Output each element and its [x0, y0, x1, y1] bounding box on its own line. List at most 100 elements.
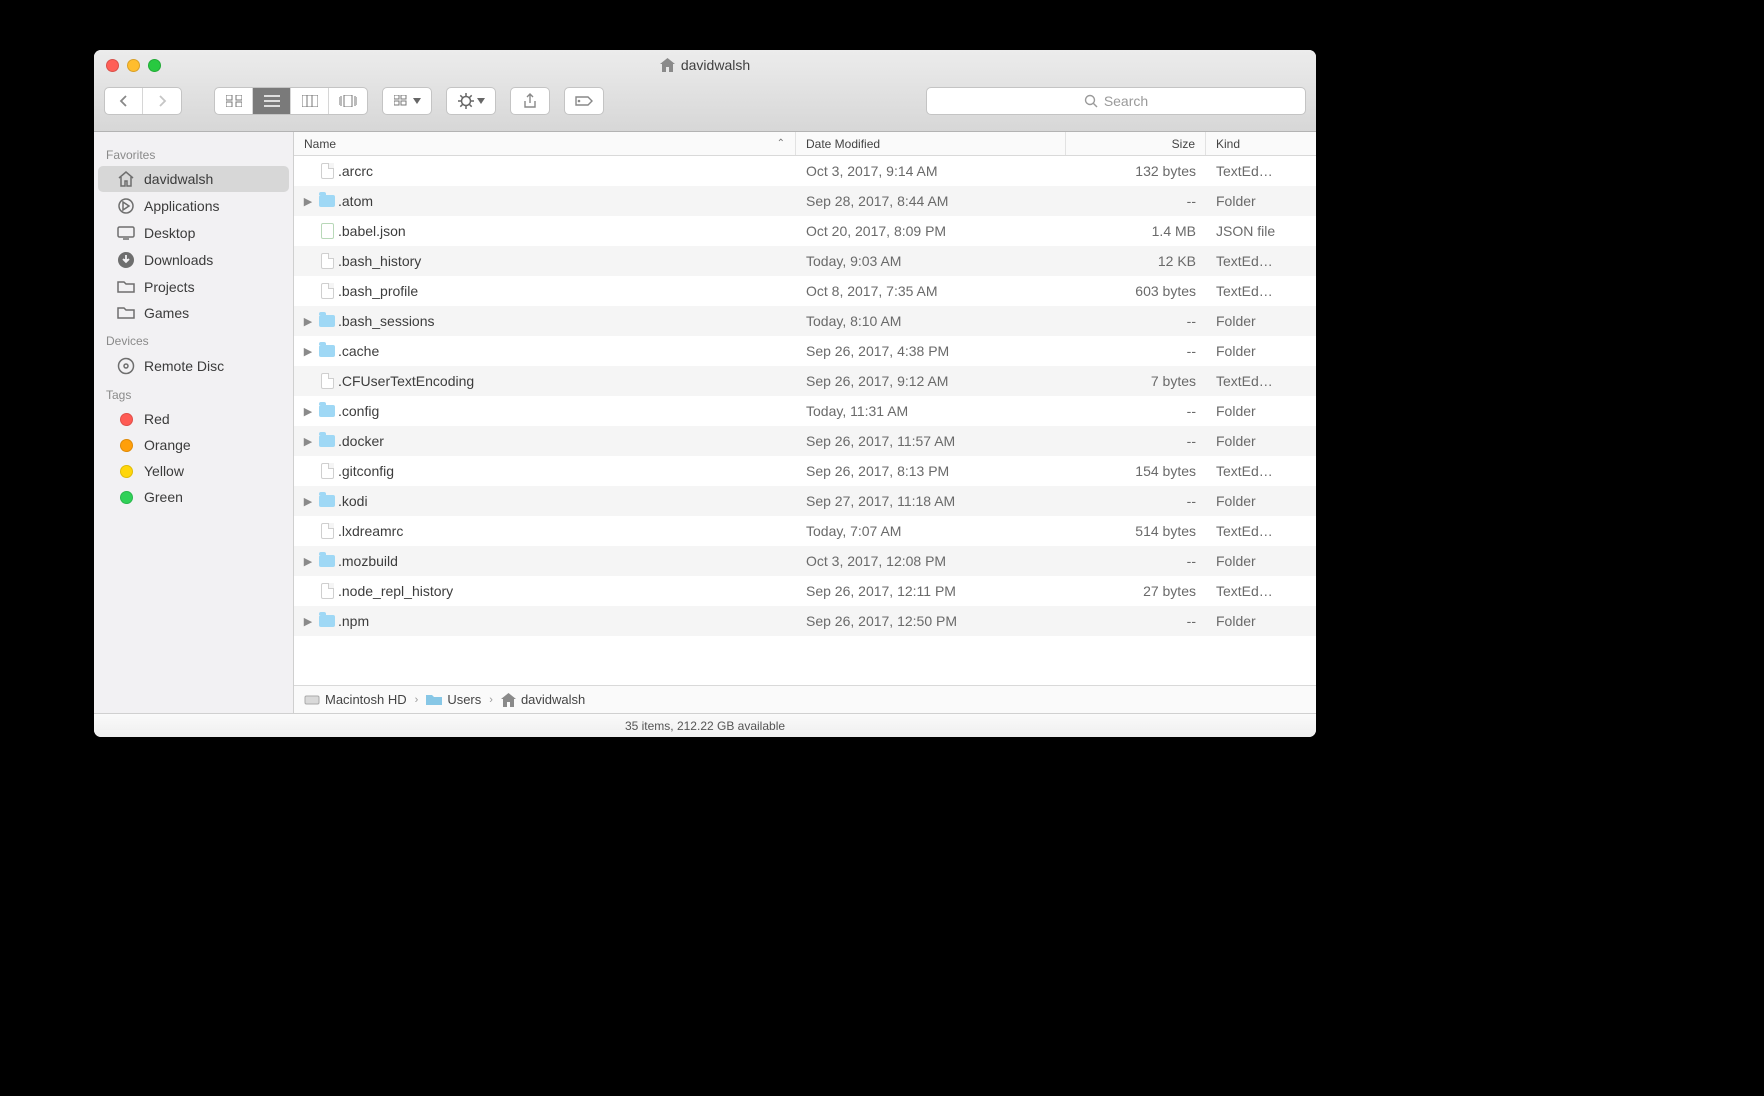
forward-button[interactable] [143, 88, 181, 114]
file-row[interactable]: ▶.kodiSep 27, 2017, 11:18 AM--Folder [294, 486, 1316, 516]
path-item[interactable]: Macintosh HD [304, 692, 407, 707]
file-rows: .arcrcOct 3, 2017, 9:14 AM132 bytesTextE… [294, 156, 1316, 685]
file-row[interactable]: .gitconfigSep 26, 2017, 8:13 PM154 bytes… [294, 456, 1316, 486]
sidebar-item-davidwalsh[interactable]: davidwalsh [98, 166, 289, 192]
disclosure-triangle[interactable]: ▶ [294, 615, 316, 628]
sidebar-tag-green[interactable]: Green [98, 484, 289, 510]
path-item-label: Users [447, 692, 481, 707]
file-date: Sep 26, 2017, 12:50 PM [796, 613, 1066, 629]
disclosure-triangle[interactable]: ▶ [294, 315, 316, 328]
minimize-button[interactable] [127, 59, 140, 72]
file-row[interactable]: ▶.bash_sessionsToday, 8:10 AM--Folder [294, 306, 1316, 336]
sidebar-item-downloads[interactable]: Downloads [98, 246, 289, 274]
path-item-label: Macintosh HD [325, 692, 407, 707]
file-date: Sep 26, 2017, 8:13 PM [796, 463, 1066, 479]
disclosure-triangle[interactable]: ▶ [294, 495, 316, 508]
file-kind: TextEd… [1206, 463, 1316, 479]
sidebar-item-games[interactable]: Games [98, 300, 289, 326]
file-row[interactable]: ▶.configToday, 11:31 AM--Folder [294, 396, 1316, 426]
search-input[interactable]: Search [926, 87, 1306, 115]
view-list-button[interactable] [253, 88, 291, 114]
sidebar-tag-orange[interactable]: Orange [98, 432, 289, 458]
home-icon [501, 693, 516, 707]
path-item[interactable]: davidwalsh [501, 692, 585, 707]
path-bar: Macintosh HD›Users›davidwalsh [294, 685, 1316, 713]
tags-button-group [564, 87, 604, 115]
view-columns-button[interactable] [291, 88, 329, 114]
tag-dot-icon [116, 439, 136, 452]
column-header-size-label: Size [1172, 137, 1195, 151]
path-item[interactable]: Users [426, 692, 481, 707]
downloads-icon [116, 251, 136, 269]
file-size: -- [1066, 403, 1206, 419]
disclosure-triangle[interactable]: ▶ [294, 345, 316, 358]
action-button[interactable] [447, 88, 495, 114]
folder-icon [116, 280, 136, 294]
folder-icon [319, 615, 335, 627]
column-header-size[interactable]: Size [1066, 132, 1206, 155]
file-row[interactable]: .babel.jsonOct 20, 2017, 8:09 PM1.4 MBJS… [294, 216, 1316, 246]
file-date: Sep 26, 2017, 4:38 PM [796, 343, 1066, 359]
sidebar-item-applications[interactable]: Applications [98, 192, 289, 220]
file-icon [321, 463, 334, 479]
titlebar: davidwalsh [94, 50, 1316, 132]
file-date: Today, 11:31 AM [796, 403, 1066, 419]
file-row[interactable]: .arcrcOct 3, 2017, 9:14 AM132 bytesTextE… [294, 156, 1316, 186]
column-header-name[interactable]: Name ⌃ [294, 132, 796, 155]
sort-indicator-icon: ⌃ [777, 138, 785, 149]
sidebar-item-desktop[interactable]: Desktop [98, 220, 289, 246]
file-name: .bash_history [338, 253, 796, 269]
file-row[interactable]: ▶.atomSep 28, 2017, 8:44 AM--Folder [294, 186, 1316, 216]
view-gallery-button[interactable] [329, 88, 367, 114]
file-kind: Folder [1206, 433, 1316, 449]
disclosure-triangle[interactable]: ▶ [294, 435, 316, 448]
folder-icon [319, 195, 335, 207]
sidebar-tag-yellow[interactable]: Yellow [98, 458, 289, 484]
sidebar-tag-red[interactable]: Red [98, 406, 289, 432]
file-date: Sep 28, 2017, 8:44 AM [796, 193, 1066, 209]
sidebar-item-projects[interactable]: Projects [98, 274, 289, 300]
file-row[interactable]: .lxdreamrcToday, 7:07 AM514 bytesTextEd… [294, 516, 1316, 546]
file-date: Sep 27, 2017, 11:18 AM [796, 493, 1066, 509]
file-name: .babel.json [338, 223, 796, 239]
file-icon [321, 583, 334, 599]
file-size: 603 bytes [1066, 283, 1206, 299]
file-row[interactable]: .bash_profileOct 8, 2017, 7:35 AM603 byt… [294, 276, 1316, 306]
share-button[interactable] [511, 88, 549, 114]
file-size: 12 KB [1066, 253, 1206, 269]
file-kind: TextEd… [1206, 163, 1316, 179]
file-row[interactable]: .node_repl_historySep 26, 2017, 12:11 PM… [294, 576, 1316, 606]
file-name: .cache [338, 343, 796, 359]
file-name: .atom [338, 193, 796, 209]
file-row[interactable]: ▶.npmSep 26, 2017, 12:50 PM--Folder [294, 606, 1316, 636]
zoom-button[interactable] [148, 59, 161, 72]
home-icon [660, 58, 675, 72]
disclosure-triangle[interactable]: ▶ [294, 195, 316, 208]
sidebar-devices-header: Devices [94, 326, 293, 352]
file-row[interactable]: ▶.mozbuildOct 3, 2017, 12:08 PM--Folder [294, 546, 1316, 576]
back-button[interactable] [105, 88, 143, 114]
file-row[interactable]: .CFUserTextEncodingSep 26, 2017, 9:12 AM… [294, 366, 1316, 396]
file-kind: Folder [1206, 493, 1316, 509]
close-button[interactable] [106, 59, 119, 72]
disclosure-triangle[interactable]: ▶ [294, 555, 316, 568]
folder-icon [319, 345, 335, 357]
file-row[interactable]: ▶.dockerSep 26, 2017, 11:57 AM--Folder [294, 426, 1316, 456]
desktop-icon [116, 226, 136, 240]
sidebar-item-label: Yellow [144, 463, 184, 479]
file-icon [321, 163, 334, 179]
file-row[interactable]: .bash_historyToday, 9:03 AM12 KBTextEd… [294, 246, 1316, 276]
arrange-button[interactable] [383, 88, 431, 114]
path-separator-icon: › [411, 694, 423, 706]
column-header-date[interactable]: Date Modified [796, 132, 1066, 155]
sidebar-item-label: Green [144, 489, 183, 505]
view-icons-button[interactable] [215, 88, 253, 114]
file-date: Sep 26, 2017, 9:12 AM [796, 373, 1066, 389]
sidebar-item-remote-disc[interactable]: Remote Disc [98, 352, 289, 380]
file-size: -- [1066, 343, 1206, 359]
column-header-kind[interactable]: Kind [1206, 132, 1316, 155]
sidebar: Favorites davidwalshApplicationsDesktopD… [94, 132, 294, 713]
file-row[interactable]: ▶.cacheSep 26, 2017, 4:38 PM--Folder [294, 336, 1316, 366]
disclosure-triangle[interactable]: ▶ [294, 405, 316, 418]
tags-button[interactable] [565, 88, 603, 114]
